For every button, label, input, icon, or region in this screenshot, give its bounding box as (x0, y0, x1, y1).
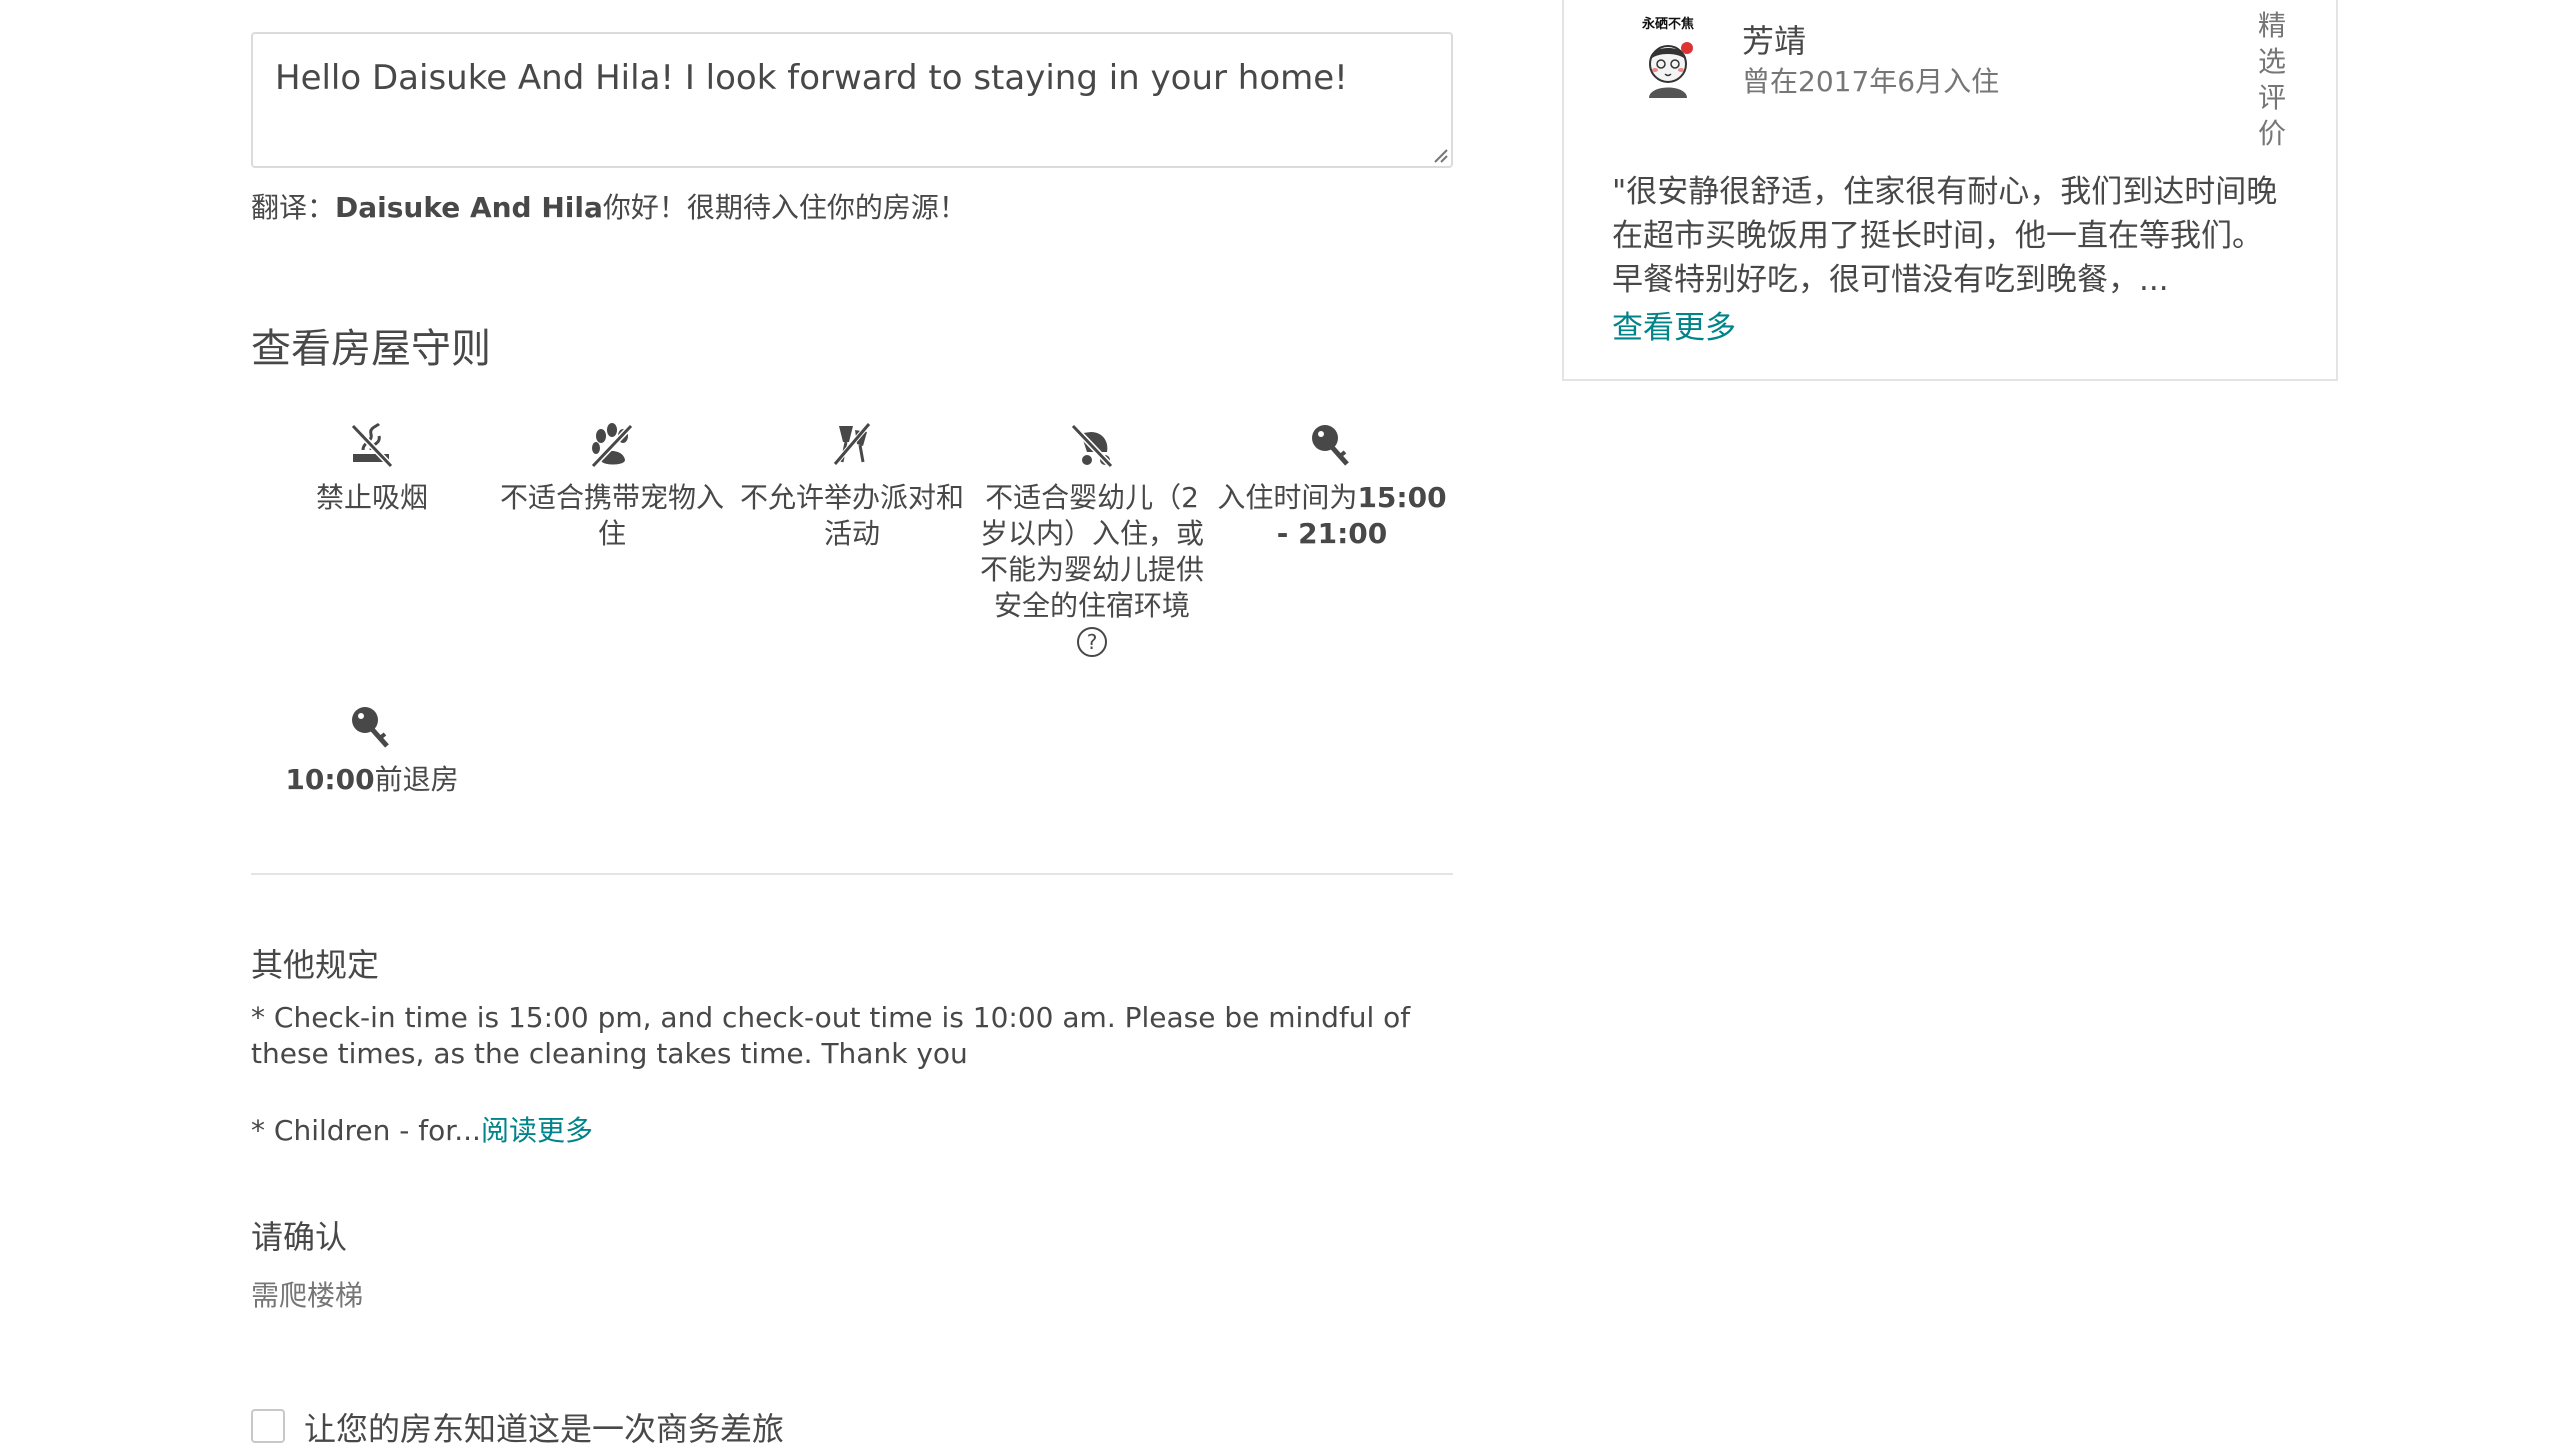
featured-review-badge: 精选评价 (2257, 9, 2286, 150)
rule-label: 入住时间为15:00 - 21:00 (1212, 480, 1452, 552)
message-text[interactable]: Hello Daisuke And Hila! I look forward t… (275, 58, 1348, 98)
see-more-link[interactable]: 查看更多 (1612, 302, 1736, 347)
avatar-caption: 永硒不焦 (1641, 16, 1694, 32)
help-icon[interactable]: ? (1076, 626, 1108, 658)
business-trip-label[interactable]: 让您的房东知道这是一次商务差旅 (304, 1404, 784, 1450)
rule-no-smoking: 禁止吸烟 (252, 420, 492, 516)
stay-date: 曾在2017年6月入住 (1742, 65, 2000, 98)
rule-label: 10:00前退房 (252, 762, 492, 798)
no-smoking-icon (350, 422, 394, 469)
key-icon (1312, 425, 1349, 466)
reviewer-name: 芳靖 (1742, 22, 1807, 60)
confirm-text: 需爬楼梯 (251, 1279, 364, 1312)
rule-no-pets: 不适合携带宠物入住 (492, 420, 732, 552)
rule-check-out-time: 10:00前退房 (252, 702, 492, 798)
children-rule: * Children - for...阅读更多 (251, 1109, 593, 1149)
rule-label: 不适合携带宠物入住 (499, 481, 724, 550)
translation-prefix: 翻译： (251, 191, 336, 224)
rule-label: 禁止吸烟 (315, 481, 428, 514)
no-infants-icon (1070, 423, 1114, 469)
rule-label: 不适合婴幼儿（2岁以内）入住，或不能为婴幼儿提供安全的住宿环境 (979, 481, 1204, 622)
no-pets-icon (590, 423, 634, 469)
translation-rest: 你好！很期待入住你的房源！ (602, 191, 967, 224)
rule-no-infants: 不适合婴幼儿（2岁以内）入住，或不能为婴幼儿提供安全的住宿环境 ? (972, 420, 1212, 667)
read-more-link[interactable]: 阅读更多 (481, 1114, 593, 1147)
other-rules-text: * Check-in time is 15:00 pm, and check-o… (251, 1001, 1411, 1070)
message-translation: 翻译：Daisuke And Hila你好！很期待入住你的房源！ (251, 186, 967, 226)
rule-check-in-time: 入住时间为15:00 - 21:00 (1212, 420, 1452, 552)
message-textarea[interactable]: Hello Daisuke And Hila! I look forward t… (251, 32, 1453, 168)
rule-label: 不允许举办派对和活动 (739, 481, 964, 550)
check-out-time: 10:00 (285, 763, 375, 796)
rule-no-parties: 不允许举办派对和活动 (732, 420, 972, 552)
no-parties-icon (833, 422, 871, 466)
section-divider (251, 873, 1453, 875)
review-text: "很安静很舒适，住家很有耐心，我们到达时间晚在超市买晚饭用了挺长时间，他一直在等… (1612, 174, 2278, 298)
reviewer-avatar[interactable]: 永硒不焦 (1625, 12, 1711, 102)
children-rule-text: * Children - for... (251, 1114, 481, 1147)
check-in-prefix: 入住时间为 (1217, 481, 1358, 514)
key-icon (352, 707, 389, 748)
svg-text:?: ? (1087, 630, 1098, 654)
house-rules-title: 查看房屋守则 (251, 326, 491, 372)
translation-host: Daisuke And Hila (335, 191, 603, 224)
resize-grip-icon[interactable] (1431, 146, 1449, 164)
confirm-title: 请确认 (251, 1218, 348, 1256)
business-trip-checkbox[interactable] (251, 1409, 285, 1443)
check-out-suffix: 前退房 (374, 763, 459, 796)
other-rules-title: 其他规定 (251, 946, 380, 984)
